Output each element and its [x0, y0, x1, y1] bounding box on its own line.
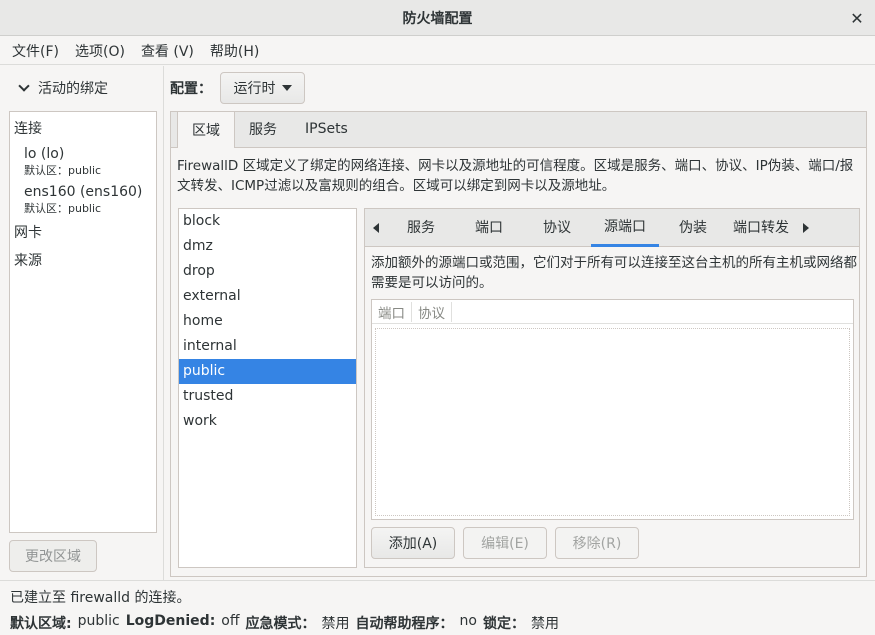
top-tabs: 区域 服务 IPSets [171, 111, 866, 148]
zone-item-home[interactable]: home [179, 309, 356, 334]
binding-item-ens160[interactable]: ens160 (ens160) 默认区：public [24, 184, 152, 216]
active-bindings-toggle[interactable]: 活动的绑定 [18, 78, 108, 98]
edit-button[interactable]: 编辑(E) [463, 527, 547, 559]
default-zone-value: public [77, 613, 120, 629]
bindings-category-connections[interactable]: 连接 [14, 118, 152, 138]
status-details: 默认区域: public LogDenied: off 应急模式： 禁用 自动帮… [10, 613, 559, 633]
menu-file[interactable]: 文件(F) [4, 41, 67, 61]
auto-helper-label: 自动帮助程序： [355, 616, 454, 632]
dropdown-arrow-icon [281, 85, 292, 91]
title-bar: 防火墙配置 ✕ [0, 0, 875, 36]
scroll-right-icon[interactable] [795, 209, 817, 247]
lockdown-value: 禁用 [530, 616, 559, 632]
config-row: 配置： 运行时 [170, 72, 305, 104]
config-dropdown[interactable]: 运行时 [220, 72, 305, 104]
tab-ipsets[interactable]: IPSets [291, 111, 362, 147]
lockdown-label: 锁定： [482, 616, 525, 632]
zone-list: block dmz drop external home internal pu… [178, 208, 357, 568]
connection-status: 已建立至 firewalld 的连接。 [10, 590, 191, 606]
change-zone-button[interactable]: 更改区域 [9, 540, 97, 572]
zone-item-work[interactable]: work [179, 409, 356, 434]
zone-tab-port-forward[interactable]: 端口转发 [727, 209, 795, 247]
bindings-category-nics[interactable]: 网卡 [14, 222, 152, 242]
zone-tab-source-ports[interactable]: 源端口 [591, 209, 659, 247]
add-button[interactable]: 添加(A) [371, 527, 455, 559]
binding-name: ens160 (ens160) [24, 184, 143, 200]
menu-help[interactable]: 帮助(H) [202, 41, 267, 61]
remove-button[interactable]: 移除(R) [555, 527, 639, 559]
binding-name: lo (lo) [24, 146, 65, 162]
active-bindings-panel: 活动的绑定 连接 lo (lo) 默认区：public ens160 (ens1… [0, 66, 164, 580]
zone-item-trusted[interactable]: trusted [179, 384, 356, 409]
close-icon[interactable]: ✕ [847, 8, 867, 28]
tab-zones[interactable]: 区域 [177, 111, 235, 148]
menu-view[interactable]: 查看 (V) [133, 41, 202, 61]
column-port[interactable]: 端口 [372, 301, 412, 322]
binding-zone: 默认区：public [24, 202, 102, 215]
panic-mode-label: 应急模式： [245, 616, 316, 632]
source-port-table[interactable]: 端口 协议 [371, 299, 854, 520]
port-buttons: 添加(A) 编辑(E) 移除(R) [371, 527, 639, 559]
menu-options[interactable]: 选项(O) [67, 41, 133, 61]
zone-tabs: 服务 端口 协议 源端口 伪装 端口转发 [365, 209, 859, 247]
tab-services[interactable]: 服务 [235, 111, 291, 147]
config-value: 运行时 [233, 81, 276, 97]
zone-tab-ports[interactable]: 端口 [455, 209, 523, 247]
zone-item-external[interactable]: external [179, 284, 356, 309]
zone-tab-protocols[interactable]: 协议 [523, 209, 591, 247]
menu-bar: 文件(F) 选项(O) 查看 (V) 帮助(H) [0, 37, 875, 65]
zone-description: FirewallD 区域定义了绑定的网络连接、网卡以及源地址的可信程度。区域是服… [177, 158, 854, 194]
zone-item-block[interactable]: block [179, 209, 356, 234]
zone-item-dmz[interactable]: dmz [179, 234, 356, 259]
status-bar: 已建立至 firewalld 的连接。 默认区域: public LogDeni… [0, 580, 875, 635]
bindings-category-sources[interactable]: 来源 [14, 250, 152, 270]
zone-item-public[interactable]: public [179, 359, 356, 384]
binding-item-lo[interactable]: lo (lo) 默认区：public [24, 146, 152, 178]
window-title: 防火墙配置 [402, 10, 473, 27]
auto-helper-value: no [459, 613, 477, 629]
column-protocol[interactable]: 协议 [412, 301, 452, 322]
scroll-left-icon[interactable] [365, 209, 387, 247]
zone-tab-masquerade[interactable]: 伪装 [659, 209, 727, 247]
table-header: 端口 协议 [372, 300, 853, 324]
zone-settings-notebook: 服务 端口 协议 源端口 伪装 端口转发 添加额外的源端口或范围，它们对于所有可… [364, 208, 860, 568]
main-notebook: 区域 服务 IPSets FirewallD 区域定义了绑定的网络连接、网卡以及… [170, 111, 867, 577]
source-port-description: 添加额外的源端口或范围，它们对于所有可以连接至这台主机的所有主机或网络都需要是可… [371, 255, 857, 291]
log-denied-label: LogDenied: [125, 613, 216, 629]
panic-mode-value: 禁用 [321, 616, 350, 632]
bindings-list: 连接 lo (lo) 默认区：public ens160 (ens160) 默认… [9, 111, 157, 533]
config-label: 配置： [170, 81, 212, 97]
log-denied-value: off [221, 613, 240, 629]
active-bindings-label: 活动的绑定 [38, 81, 108, 97]
zone-item-internal[interactable]: internal [179, 334, 356, 359]
binding-zone: 默认区：public [24, 164, 102, 177]
zone-item-drop[interactable]: drop [179, 259, 356, 284]
zone-tab-services[interactable]: 服务 [387, 209, 455, 247]
table-body[interactable] [375, 328, 850, 516]
default-zone-label: 默认区域: [10, 616, 72, 632]
chevron-down-icon [18, 80, 30, 92]
